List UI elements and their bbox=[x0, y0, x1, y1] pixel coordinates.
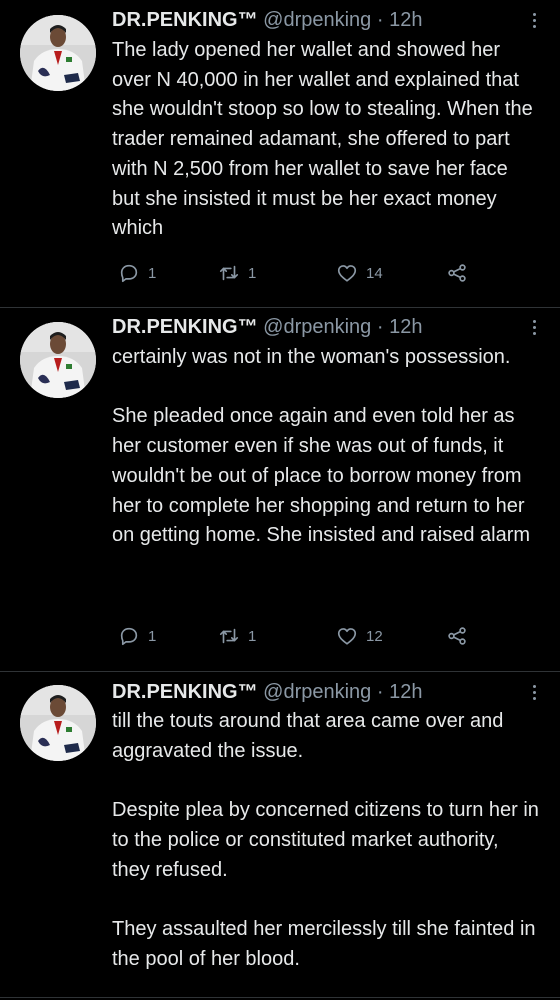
separator-dot: · bbox=[376, 316, 384, 338]
retweet-icon bbox=[219, 628, 239, 644]
share-icon bbox=[448, 627, 466, 645]
timestamp[interactable]: 12h bbox=[389, 681, 422, 703]
author-handle[interactable]: @drpenking bbox=[263, 316, 371, 338]
tweet-paragraph: They assaulted her mercilessly till she … bbox=[112, 917, 536, 970]
tweet-paragraph: till the touts around that area came ove… bbox=[112, 710, 504, 762]
avatar[interactable] bbox=[20, 15, 96, 91]
author-name[interactable]: DR.PENKING™ bbox=[112, 316, 258, 338]
reply-icon bbox=[120, 627, 138, 646]
retweet-button[interactable]: 1 bbox=[218, 260, 256, 286]
timestamp[interactable]: 12h bbox=[389, 316, 422, 338]
separator-dot: · bbox=[376, 681, 384, 703]
tweet-divider bbox=[0, 671, 560, 672]
reply-count: 1 bbox=[148, 627, 157, 645]
tweet-text: certainly was not in the woman's possess… bbox=[112, 343, 540, 551]
reply-icon bbox=[120, 264, 138, 283]
tweet-header: DR.PENKING™ @drpenking · 12h bbox=[112, 5, 520, 35]
reply-count: 1 bbox=[148, 264, 157, 282]
tweet-actions: 1 1 12 bbox=[112, 623, 492, 649]
reply-button[interactable]: 1 bbox=[118, 623, 156, 649]
avatar[interactable] bbox=[20, 322, 96, 398]
tweet-header: DR.PENKING™ @drpenking · 12h bbox=[112, 677, 520, 707]
heart-icon bbox=[337, 265, 357, 282]
author-name[interactable]: DR.PENKING™ bbox=[112, 9, 258, 31]
author-name[interactable]: DR.PENKING™ bbox=[112, 681, 258, 703]
reply-button[interactable]: 1 bbox=[118, 260, 156, 286]
avatar-image bbox=[20, 322, 96, 398]
separator-dot: · bbox=[376, 9, 384, 31]
like-count: 14 bbox=[366, 264, 383, 282]
avatar-image bbox=[20, 15, 96, 91]
like-count: 12 bbox=[366, 627, 383, 645]
tweet-paragraph: certainly was not in the woman's possess… bbox=[112, 346, 511, 368]
author-handle[interactable]: @drpenking bbox=[263, 681, 371, 703]
tweet-text: till the touts around that area came ove… bbox=[112, 707, 540, 974]
tweet-paragraph: The lady opened her wallet and showed he… bbox=[112, 39, 533, 240]
like-button[interactable]: 12 bbox=[336, 623, 383, 649]
avatar[interactable] bbox=[20, 685, 96, 761]
avatar-image bbox=[20, 685, 96, 761]
more-options-icon[interactable] bbox=[522, 5, 546, 35]
heart-icon bbox=[337, 628, 357, 645]
like-button[interactable]: 14 bbox=[336, 260, 383, 286]
tweet-text: The lady opened her wallet and showed he… bbox=[112, 36, 540, 244]
retweet-count: 1 bbox=[248, 264, 257, 282]
tweet-paragraph: Despite plea by concerned citizens to tu… bbox=[112, 799, 539, 881]
more-options-icon[interactable] bbox=[522, 312, 546, 342]
timestamp[interactable]: 12h bbox=[389, 9, 422, 31]
share-button[interactable] bbox=[446, 260, 468, 286]
tweet-paragraph: She pleaded once again and even told her… bbox=[112, 405, 531, 547]
tweet-divider bbox=[0, 307, 560, 308]
retweet-count: 1 bbox=[248, 627, 257, 645]
retweet-button[interactable]: 1 bbox=[218, 623, 256, 649]
tweet-header: DR.PENKING™ @drpenking · 12h bbox=[112, 312, 520, 342]
more-options-icon[interactable] bbox=[522, 677, 546, 707]
tweet-divider bbox=[0, 997, 560, 998]
share-button[interactable] bbox=[446, 623, 468, 649]
share-icon bbox=[448, 264, 466, 282]
author-handle[interactable]: @drpenking bbox=[263, 9, 371, 31]
tweet-actions: 1 1 14 bbox=[112, 260, 492, 286]
retweet-icon bbox=[219, 265, 239, 281]
